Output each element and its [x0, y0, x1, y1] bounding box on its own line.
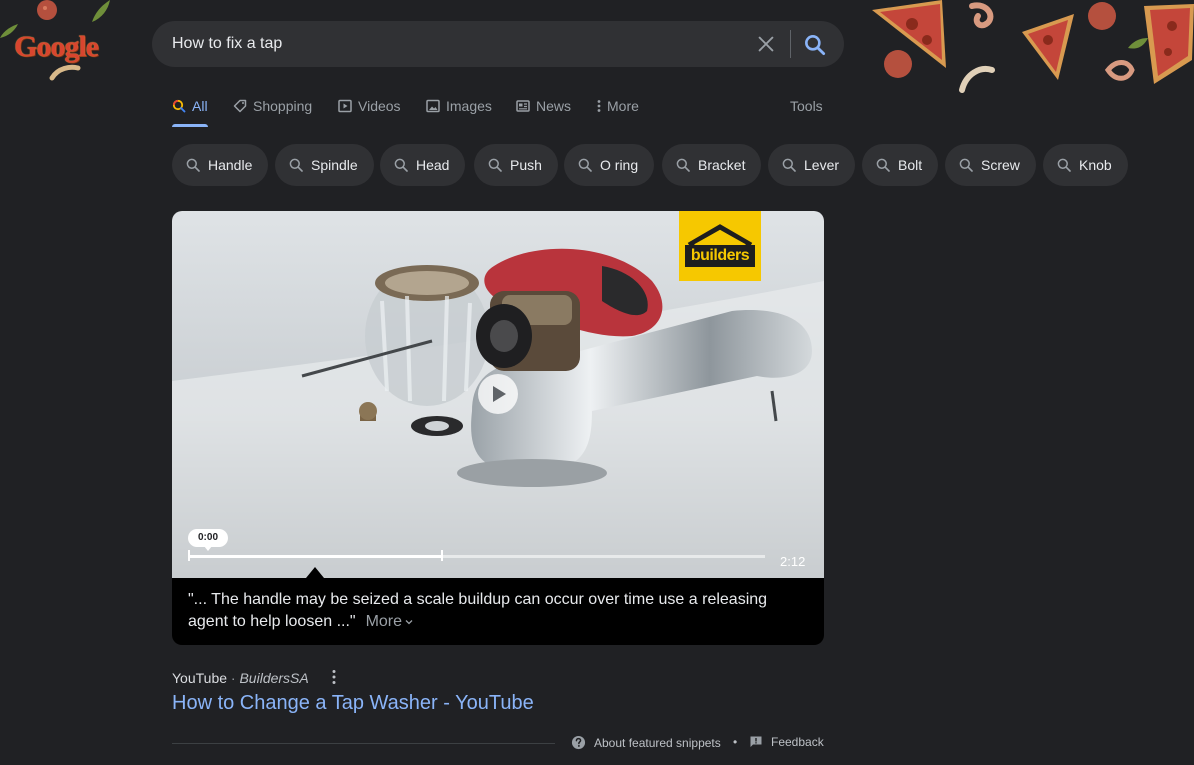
- source-site: YouTube: [172, 670, 228, 686]
- chip-knob[interactable]: Knob: [1043, 144, 1128, 186]
- search-icon: [186, 158, 200, 172]
- tab-news[interactable]: News: [516, 94, 571, 118]
- chip-label: Push: [510, 157, 542, 173]
- current-time-bubble: 0:00: [188, 529, 228, 547]
- video-duration: 2:12: [780, 554, 806, 569]
- tab-label: Images: [446, 98, 492, 114]
- builders-logo-text: builders: [685, 245, 755, 267]
- tab-label: Shopping: [253, 98, 313, 114]
- feedback-link[interactable]: Feedback: [749, 735, 824, 749]
- video-progress-fill: [188, 555, 442, 558]
- chip-lever[interactable]: Lever: [768, 144, 856, 186]
- search-icon: [959, 158, 973, 172]
- video-thumbnail[interactable]: builders 0:00 2:12: [172, 211, 824, 578]
- tab-images[interactable]: Images: [426, 94, 492, 118]
- search-icon: [578, 158, 592, 172]
- chip-label: Bracket: [698, 157, 746, 173]
- video-progress-handle[interactable]: [441, 550, 443, 561]
- tab-label: News: [536, 98, 572, 114]
- chip-label: Handle: [208, 157, 253, 173]
- video-progress-start: [188, 550, 190, 561]
- tab-label: All: [192, 98, 208, 114]
- caption-pointer: [306, 567, 324, 578]
- search-box: [152, 21, 844, 67]
- search-icon: [488, 158, 502, 172]
- caption-text: "... The handle may be seized a scale bu…: [188, 591, 768, 630]
- google-logo[interactable]: Google: [14, 30, 110, 66]
- pizza-doodle-decoration: [872, 0, 1194, 93]
- search-icon: [394, 158, 408, 172]
- chip-bolt[interactable]: Bolt: [862, 144, 939, 186]
- tag-icon: [233, 99, 247, 113]
- play-icon: [493, 386, 506, 402]
- about-featured-snippets-link[interactable]: About featured snippets: [571, 735, 721, 750]
- search-icon: [172, 99, 186, 113]
- play-icon: [338, 99, 352, 113]
- source-separator: ·: [227, 670, 240, 686]
- search-divider: [790, 30, 791, 58]
- search-icon: [289, 158, 303, 172]
- tab-videos[interactable]: Videos: [338, 94, 401, 118]
- help-icon: [571, 735, 586, 750]
- source-channel: BuildersSA: [239, 670, 309, 686]
- chip-label: Head: [416, 157, 450, 173]
- logo-text: Google: [14, 30, 99, 63]
- result-source: YouTube · BuildersSA: [172, 670, 309, 686]
- chip-label: Bolt: [898, 157, 923, 173]
- chip-spindle[interactable]: Spindle: [275, 144, 374, 186]
- video-caption: "... The handle may be seized a scale bu…: [188, 589, 798, 633]
- chip-push[interactable]: Push: [474, 144, 558, 186]
- more-vert-icon[interactable]: [328, 668, 340, 686]
- search-icon[interactable]: [802, 32, 828, 58]
- chip-screw[interactable]: Screw: [945, 144, 1036, 186]
- chip-bracket[interactable]: Bracket: [662, 144, 762, 186]
- close-icon[interactable]: [754, 33, 778, 55]
- search-input[interactable]: [172, 21, 732, 67]
- chip-label: Lever: [804, 157, 840, 173]
- chip-label: Screw: [981, 157, 1020, 173]
- featured-video-card: builders 0:00 2:12 "... The handle may b…: [172, 211, 824, 645]
- news-icon: [516, 100, 530, 112]
- caption-more-link[interactable]: More: [366, 613, 414, 630]
- tab-more[interactable]: More: [595, 94, 639, 118]
- feedback-label: Feedback: [771, 735, 824, 749]
- active-tab-indicator: [172, 124, 208, 127]
- tools-button[interactable]: Tools: [790, 94, 823, 118]
- footer-divider: [172, 743, 555, 744]
- play-button[interactable]: [478, 374, 518, 414]
- chip-handle[interactable]: Handle: [172, 144, 269, 186]
- more-vert-icon: [597, 100, 601, 112]
- tab-all[interactable]: All: [172, 94, 208, 118]
- tab-shopping[interactable]: Shopping: [233, 94, 312, 118]
- chip-o-ring[interactable]: O ring: [564, 144, 655, 186]
- search-icon: [782, 158, 796, 172]
- chip-label: Knob: [1079, 157, 1112, 173]
- tab-label: Videos: [358, 98, 401, 114]
- time-bubble-pointer: [204, 546, 212, 551]
- tab-label: More: [607, 98, 639, 114]
- search-icon: [1057, 158, 1071, 172]
- feedback-icon: [750, 736, 762, 747]
- chip-head[interactable]: Head: [380, 144, 466, 186]
- search-icon: [676, 158, 690, 172]
- result-title-link[interactable]: How to Change a Tap Washer - YouTube: [172, 692, 534, 715]
- footer-separator: •: [733, 735, 738, 749]
- chevron-down-icon: [405, 620, 413, 625]
- more-label: More: [365, 613, 403, 630]
- tools-label: Tools: [790, 98, 823, 114]
- chip-label: O ring: [600, 157, 639, 173]
- chip-label: Spindle: [311, 157, 358, 173]
- image-icon: [426, 99, 440, 113]
- search-icon: [876, 158, 890, 172]
- about-label: About featured snippets: [594, 735, 721, 750]
- builders-logo: builders: [679, 211, 761, 281]
